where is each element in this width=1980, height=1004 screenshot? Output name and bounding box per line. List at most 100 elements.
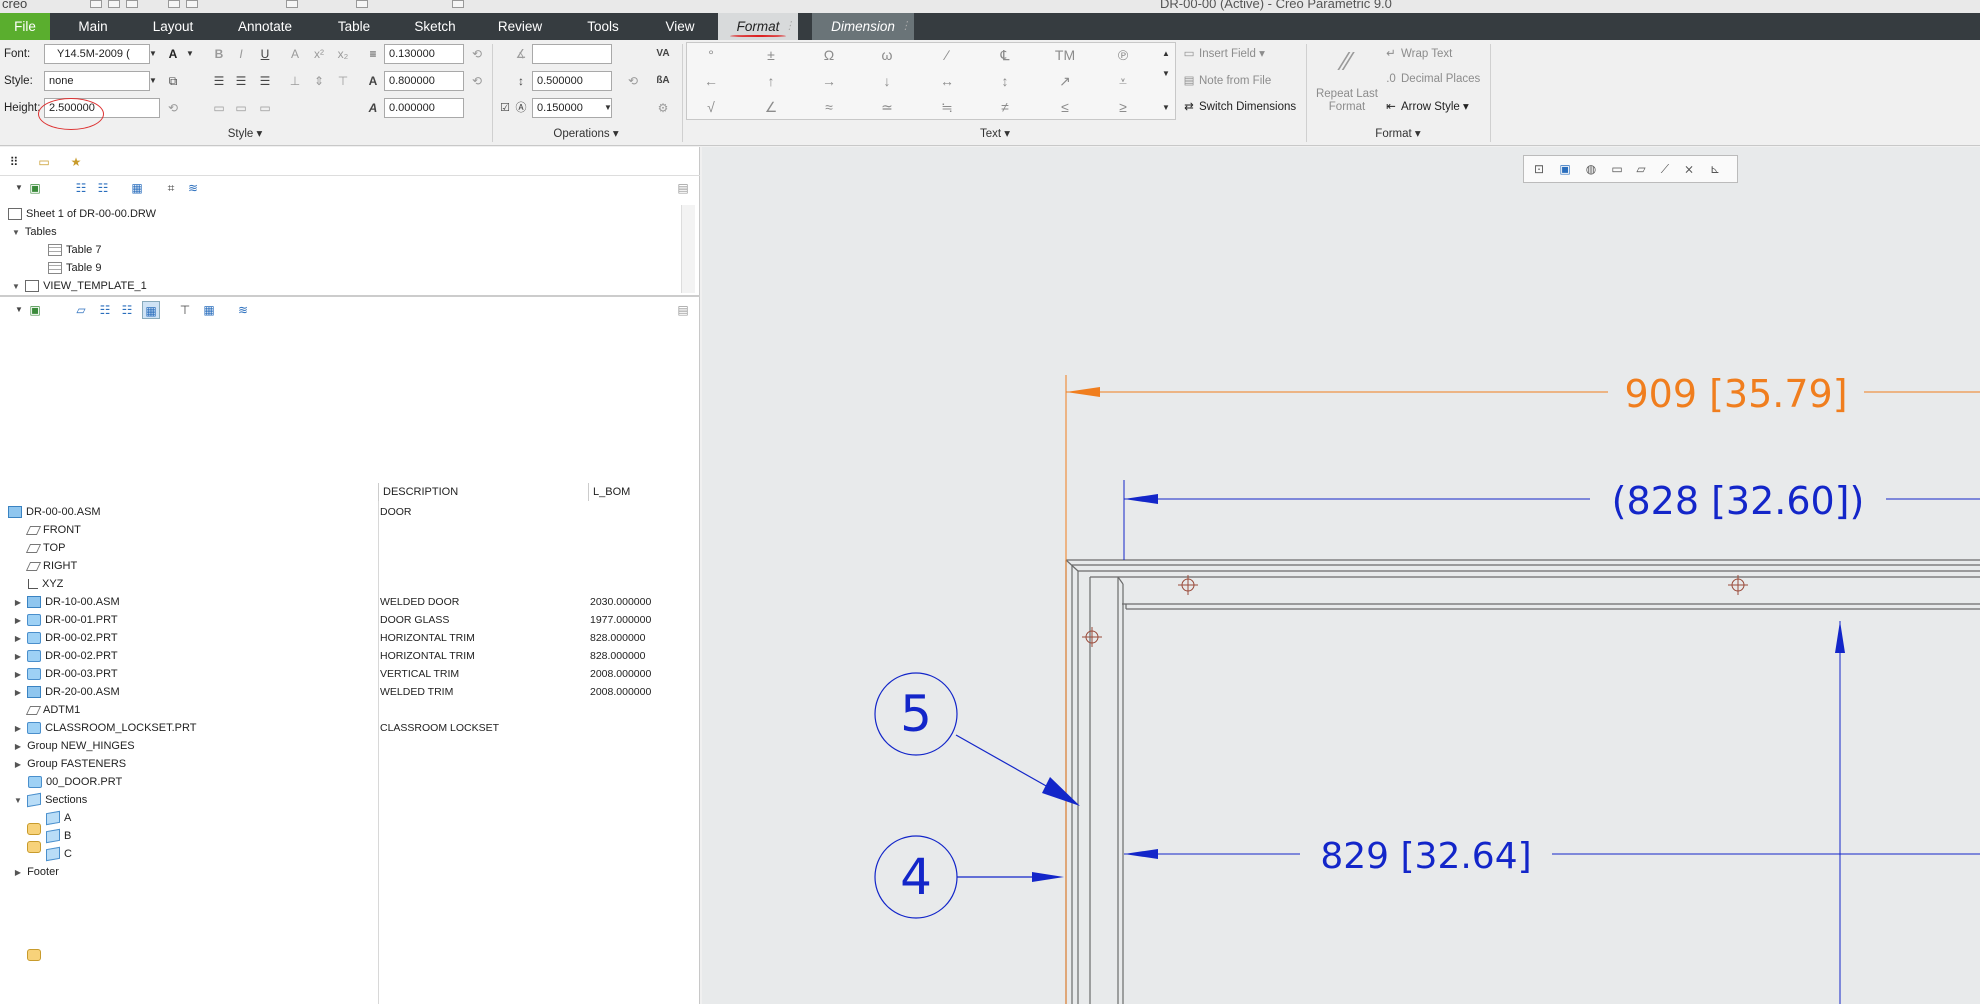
window-icon[interactable] (356, 0, 368, 8)
text-case-icon[interactable]: VA (654, 45, 672, 63)
chevron-down-icon[interactable]: ▼ (147, 71, 159, 91)
symbol-button[interactable]: ± (751, 45, 791, 65)
arrow-style-button[interactable]: ⇤ Arrow Style ▾ (1384, 99, 1469, 113)
note-from-file-button[interactable]: ▤ Note from File (1182, 73, 1272, 87)
chevron-up-icon[interactable]: ▲ (1160, 44, 1172, 64)
dimension-text-reference[interactable]: (828 [32.60]) (1612, 479, 1865, 523)
symbol-button[interactable]: ℄ (985, 45, 1025, 65)
folder-browser-tab-icon[interactable]: ▭ (34, 153, 54, 171)
tree-filter-icon[interactable]: ⊤ (176, 301, 194, 319)
reset-icon[interactable]: ⟲ (164, 99, 182, 117)
expanded-toggle-icon[interactable]: ▼ (10, 278, 22, 296)
chevron-down-icon[interactable]: ▼ (184, 44, 196, 64)
drawing-tree-icon[interactable]: ▣ (26, 179, 44, 197)
tree-node[interactable]: ▶ Group FASTENERS (12, 755, 126, 853)
frame-icon[interactable]: ▭ (256, 99, 274, 117)
align-bottom-icon[interactable]: ⊥ (286, 72, 304, 90)
frame-select-icon[interactable]: ⌗ (162, 179, 180, 197)
align-right-icon[interactable]: ☰ (256, 72, 274, 90)
subscript-icon[interactable]: x₂ (334, 45, 352, 63)
layers-icon[interactable]: ≋ (184, 179, 202, 197)
symbol-button[interactable]: ≤ (1045, 97, 1085, 117)
dimension-text-inner[interactable]: 829 [32.64] (1320, 836, 1531, 877)
operations-group-label[interactable]: Operations ▾ (548, 126, 624, 140)
underline-icon[interactable]: U (256, 45, 274, 63)
tab-table[interactable]: Table (334, 13, 374, 40)
tab-tools[interactable]: Tools (584, 13, 622, 40)
tab-sketch[interactable]: Sketch (412, 13, 458, 40)
tree-columns-icon[interactable]: ▦ (128, 179, 146, 197)
tab-file[interactable]: File (0, 13, 50, 40)
superscript-icon[interactable]: x² (310, 45, 328, 63)
favorites-tab-icon[interactable]: ★ (66, 153, 86, 171)
frame-icon[interactable]: ▭ (232, 99, 250, 117)
symbol-button[interactable]: ≃ (867, 97, 907, 117)
bold-icon[interactable]: B (210, 45, 228, 63)
tree-node[interactable]: C (46, 845, 72, 863)
tree-node-tables[interactable]: ▼ Tables (10, 223, 57, 241)
symbol-button[interactable]: √ (691, 97, 731, 117)
symbol-button[interactable]: ≈ (809, 97, 849, 117)
line-spacing-field[interactable]: 0.500000 (532, 71, 612, 91)
tree-node[interactable]: ▶ Group NEW_HINGES (12, 737, 135, 835)
regenerate-icon[interactable] (286, 0, 298, 8)
font-select[interactable]: Y14.5M-2009 ( (44, 44, 150, 64)
symbol-button[interactable]: → (809, 71, 849, 91)
symbol-button[interactable]: ↓ (867, 71, 907, 91)
tree-node[interactable]: TOP (25, 539, 65, 557)
column-header-lbom[interactable]: L_BOM (588, 483, 696, 501)
underline-offset-field[interactable]: 0.150000 (532, 98, 612, 118)
tree-node[interactable]: ▶ DR-00-02.PRT (12, 629, 118, 647)
text-group-label[interactable]: Text ▾ (970, 126, 1020, 140)
expand-all-icon[interactable]: ☷ (96, 301, 114, 319)
align-middle-icon[interactable]: ⇕ (310, 72, 328, 90)
tree-node[interactable]: ▶ DR-00-02.PRT (12, 647, 118, 665)
collapsed-toggle-icon[interactable]: ▶ (12, 738, 24, 756)
collapsed-toggle-icon[interactable]: ▶ (12, 864, 24, 882)
collapsed-toggle-icon[interactable]: ▶ (12, 630, 24, 648)
tree-node[interactable]: ▶ DR-20-00.ASM (12, 683, 120, 701)
align-center-icon[interactable]: ☰ (232, 72, 250, 90)
tab-view[interactable]: View (662, 13, 698, 40)
tab-annotate[interactable]: Annotate (232, 13, 298, 40)
save-icon[interactable] (126, 0, 138, 8)
symbol-button[interactable]: ↔ (927, 71, 967, 91)
repeat-last-format-button[interactable]: Repeat Last Format (1314, 88, 1380, 114)
align-left-icon[interactable]: ☰ (210, 72, 228, 90)
symbol-button[interactable]: TM (1045, 45, 1085, 65)
text-symbol-icon[interactable]: ßA (654, 72, 672, 90)
balloon-4[interactable]: 4 (874, 835, 1064, 919)
symbol-button[interactable]: Ω (809, 45, 849, 65)
tree-columns-icon[interactable]: ▦ (142, 301, 160, 319)
show-icon[interactable]: ▱ (72, 301, 90, 319)
tab-main[interactable]: Main (68, 13, 118, 40)
chevron-down-icon[interactable]: ▼ (147, 44, 159, 64)
symbol-button[interactable]: ℗ (1103, 45, 1143, 65)
switch-dimensions-button[interactable]: ⇄ Switch Dimensions (1182, 99, 1296, 113)
symbol-button[interactable]: ↗ (1045, 71, 1085, 91)
pane-splitter[interactable] (0, 295, 700, 297)
tree-node-view[interactable]: ▼ VIEW_TEMPLATE_1 (10, 277, 147, 295)
tree-node[interactable]: A (46, 809, 71, 827)
italic-icon[interactable]: I (232, 45, 250, 63)
palette-expand-icon[interactable]: ▼ (1160, 98, 1172, 118)
model-tree-tab-icon[interactable]: ⠿ (4, 153, 24, 171)
style-select[interactable]: none (44, 71, 150, 91)
width-factor-field[interactable]: 0.800000 (384, 71, 464, 91)
tab-review[interactable]: Review (494, 13, 546, 40)
tree-node[interactable]: ▼ Sections (12, 791, 87, 809)
tree-node[interactable]: ▶ DR-00-01.PRT (12, 611, 118, 629)
dimension-text-overall[interactable]: 909 [35.79] (1624, 372, 1847, 416)
tree-node-table[interactable]: Table 9 (48, 259, 101, 277)
symbol-button[interactable]: ≥ (1103, 97, 1143, 117)
layers-icon[interactable]: ≋ (234, 301, 252, 319)
collapsed-toggle-icon[interactable]: ▶ (12, 720, 24, 738)
decimal-places-button[interactable]: .0 Decimal Places (1384, 73, 1480, 85)
reset-icon[interactable]: ⟲ (468, 45, 486, 63)
tree-node[interactable]: ▶ CLASSROOM_LOCKSET.PRT (12, 719, 196, 737)
collapsed-toggle-icon[interactable]: ▶ (12, 684, 24, 702)
drawing-tree-scrollbar[interactable] (681, 205, 695, 293)
balloon-5[interactable]: 5 (874, 672, 1080, 806)
collapsed-toggle-icon[interactable]: ▶ (12, 666, 24, 684)
symbol-button[interactable]: ↑ (751, 71, 791, 91)
